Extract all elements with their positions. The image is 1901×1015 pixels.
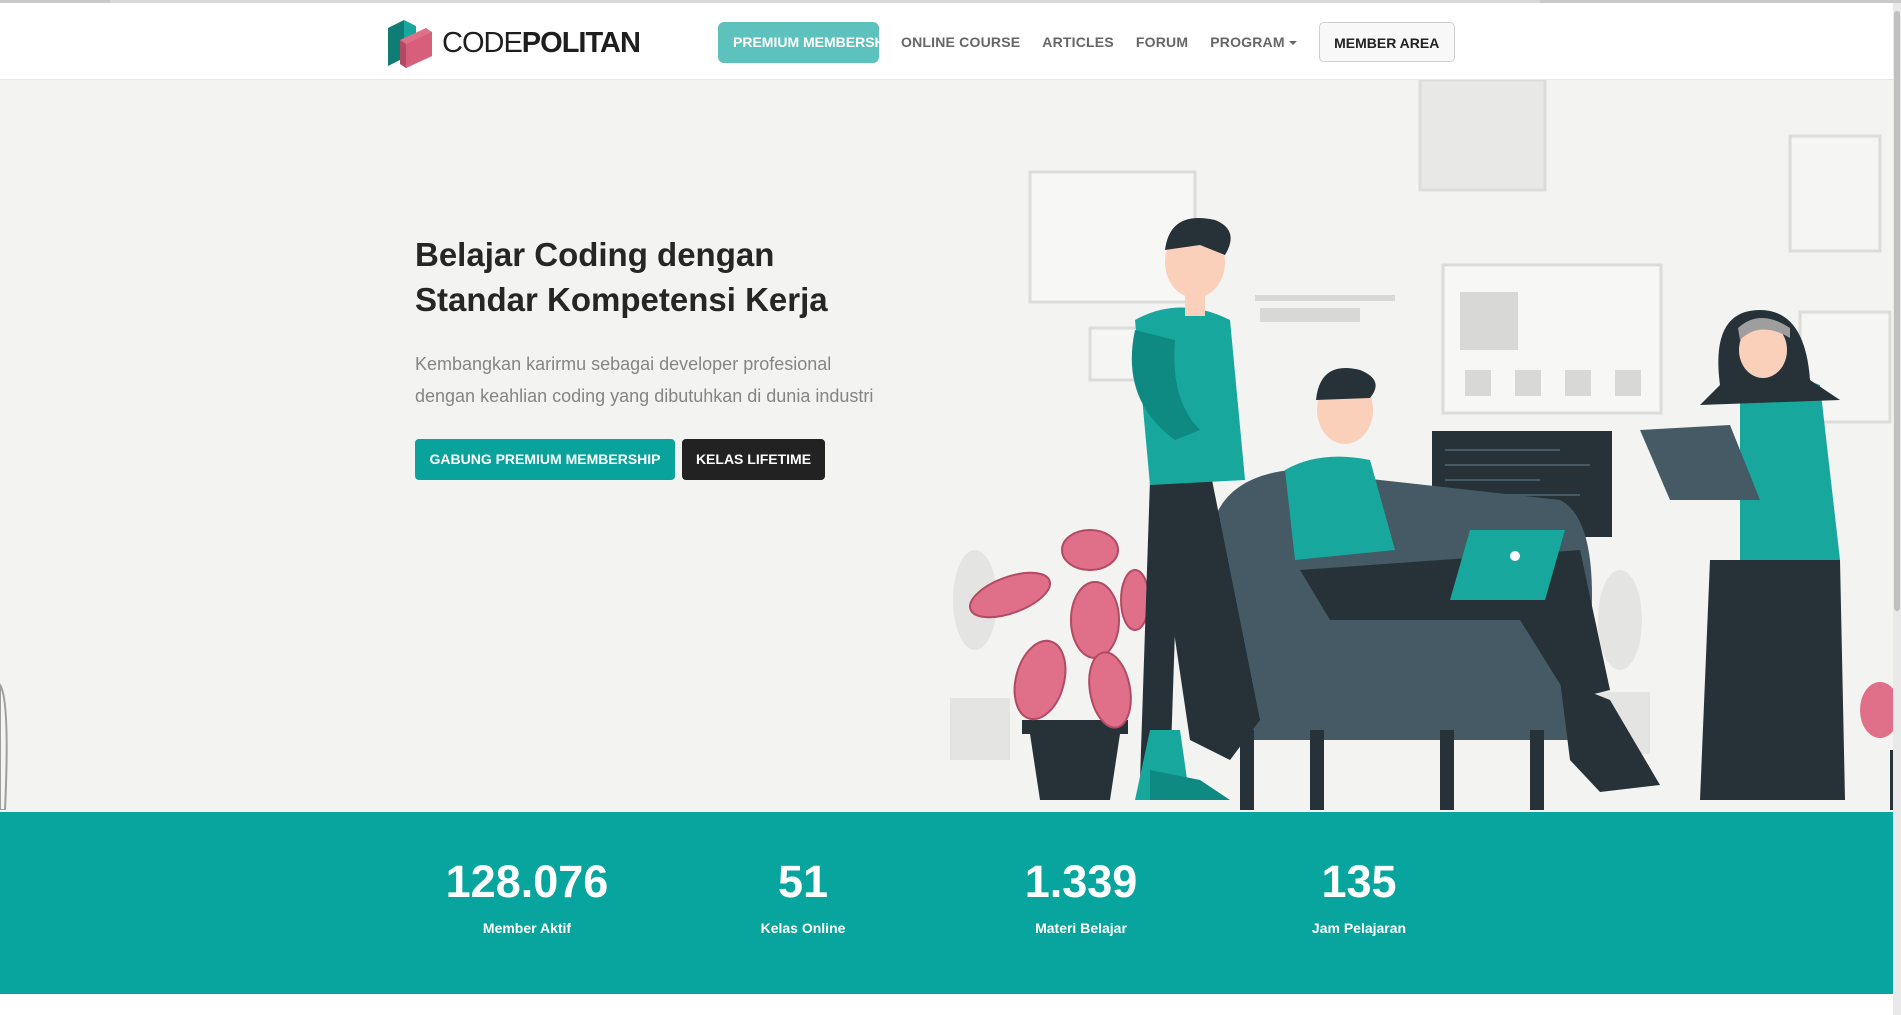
logo-text: CODEPOLITAN [442,26,641,59]
scrollbar-thumb[interactable] [1894,11,1900,611]
hero-title-line-1: Belajar Coding dengan [415,236,775,273]
codepolitan-logo-icon [388,20,432,68]
nav-online-course[interactable]: ONLINE COURSE [901,34,1020,50]
stat-member-aktif: 128.076 Member Aktif [417,856,637,936]
hero-subtitle-line-1: Kembangkan karirmu sebagai developer pro… [415,354,832,374]
hero-title-line-2: Standar Kompetensi Kerja [415,281,828,318]
page-scrollbar[interactable] [1893,3,1901,1015]
stat-kelas-online: 51 Kelas Online [693,856,913,936]
member-area-button[interactable]: MEMBER AREA [1318,22,1455,62]
lifetime-class-button[interactable]: KELAS LIFETIME [682,439,825,480]
hero-subtitle-line-2: dengan keahlian coding yang dibutuhkan d… [415,386,874,406]
hero-illustration [0,80,1900,810]
hero-section: Belajar Coding dengan Standar Kompetensi… [0,80,1901,810]
stat-value: 1.339 [1024,856,1138,907]
stat-label: Member Aktif [482,920,572,936]
stat-label: Materi Belajar [1035,920,1127,936]
chevron-down-icon [1288,41,1297,46]
stat-materi-belajar: 1.339 Materi Belajar [971,856,1191,936]
stat-value: 135 [1321,856,1397,907]
stat-label: Kelas Online [760,920,846,936]
main-nav: PREMIUM MEMBERSHIP ONLINE COURSE ARTICLE… [718,21,1455,63]
hero-title: Belajar Coding dengan Standar Kompetensi… [415,232,935,322]
stat-label: Jam Pelajaran [1311,920,1407,936]
hero-subtitle: Kembangkan karirmu sebagai developer pro… [415,348,975,412]
nav-premium-membership-button[interactable]: PREMIUM MEMBERSHIP [718,21,898,63]
page-bottom [0,994,1901,1015]
nav-articles[interactable]: ARTICLES [1042,34,1114,50]
nav-program-dropdown[interactable]: PROGRAM [1210,34,1297,50]
logo[interactable]: CODEPOLITAN [386,18,641,68]
stat-value: 51 [777,856,829,907]
stat-value: 128.076 [445,856,609,907]
nav-forum[interactable]: FORUM [1136,34,1188,50]
navbar: CODEPOLITAN PREMIUM MEMBERSHIP ONLINE CO… [0,3,1901,80]
stats-section: 128.076 Member Aktif 51 Kelas Online 1.3… [0,812,1901,994]
join-premium-membership-button[interactable]: GABUNG PREMIUM MEMBERSHIP [415,439,675,480]
nav-program-label: PROGRAM [1210,34,1285,50]
stat-jam-pelajaran: 135 Jam Pelajaran [1249,856,1469,936]
